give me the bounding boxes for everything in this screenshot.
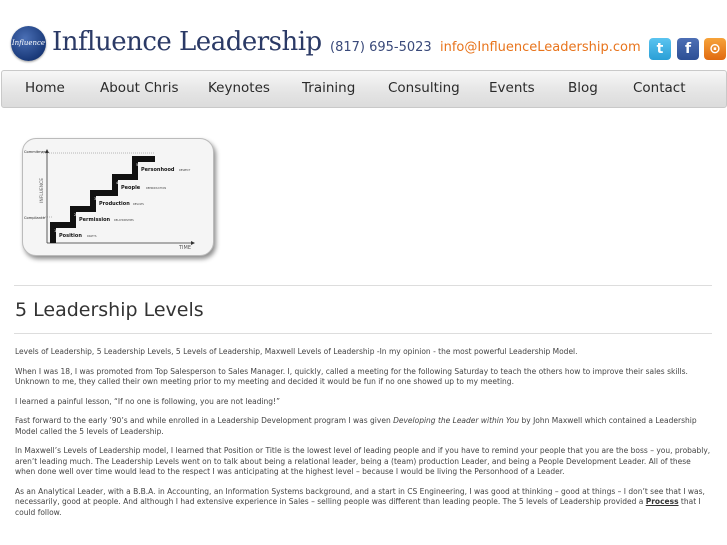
level-1-number: 1 [54,229,56,233]
paragraph-5: In Maxwell’s Levels of Leadership model,… [15,446,711,476]
y-top-label: Commitment [24,150,48,154]
page-title: 5 Leadership Levels [15,299,204,321]
site-header: Influence Influence Leadership (817) 695… [0,0,727,68]
nav-contact[interactable]: Contact [633,80,686,96]
main-nav: Home About Chris Keynotes Training Consu… [1,70,727,108]
staircase-graphic: Commitment Compliance INFLUENCE TIME 1 P… [24,149,195,251]
level-1-sub: RIGHTS [87,234,97,238]
level-3-sub: RESULTS [133,202,144,206]
level-2-sub: RELATIONSHIPS [114,218,134,222]
rss-icon[interactable]: ⊙ [704,38,726,60]
process-link[interactable]: Process [646,497,679,506]
email-link[interactable]: info@InfluenceLeadership.com [440,40,641,55]
level-2-number: 2 [74,213,76,217]
level-2-name: Permission [79,217,111,223]
logo-badge-text: Influence [11,39,46,47]
x-axis-arrow [191,241,195,245]
nav-training[interactable]: Training [302,80,355,96]
x-axis-label: TIME [178,245,191,251]
y-bottom-label: Compliance [24,216,46,220]
paragraph-3: I learned a painful lesson, “If no one i… [15,396,280,406]
paragraph-4: Fast forward to the early ’90’s and whil… [15,416,713,437]
logo-badge[interactable]: Influence [11,26,46,61]
nav-keynotes[interactable]: Keynotes [208,80,270,96]
level-5-name: Personhood [141,167,175,173]
nav-home[interactable]: Home [25,80,65,96]
level-4-number: 4 [116,181,119,185]
level-3-name: Production [99,201,130,207]
phone-number: (817) 695-5023 [330,40,432,55]
paragraph-6: As an Analytical Leader, with a B.B.A. i… [15,487,713,519]
level-1-name: Position [59,233,82,239]
level-4-sub: REPRODUCTION [146,186,166,190]
nav-about-chris[interactable]: About Chris [100,80,179,96]
paragraph-6-text-a: As an Analytical Leader, with a B.B.A. i… [15,486,705,507]
paragraph-4-text-a: Fast forward to the early ’90’s and whil… [15,416,394,425]
paragraph-1: Levels of Leadership, 5 Leadership Level… [15,347,578,356]
nav-blog[interactable]: Blog [568,80,598,96]
facebook-icon[interactable]: f [677,38,699,60]
divider-bottom [14,333,712,334]
leadership-levels-diagram: Commitment Compliance INFLUENCE TIME 1 P… [22,138,214,256]
y-axis-label: INFLUENCE [39,178,45,203]
divider-top [14,285,712,286]
nav-events[interactable]: Events [489,80,535,96]
logo-text[interactable]: Influence Leadership [52,27,322,57]
level-4-name: People [121,185,141,191]
paragraph-2: When I was 18, I was promoted from Top S… [15,366,688,387]
level-5-sub: RESPECT [179,168,191,172]
level-5-number: 5 [136,163,138,167]
book-title: Developing the Leader within You [393,416,520,425]
article-body: Levels of Leadership, 5 Leadership Level… [15,347,713,527]
level-3-number: 3 [94,197,96,201]
nav-consulting[interactable]: Consulting [388,80,460,96]
twitter-icon[interactable]: t [649,38,671,60]
